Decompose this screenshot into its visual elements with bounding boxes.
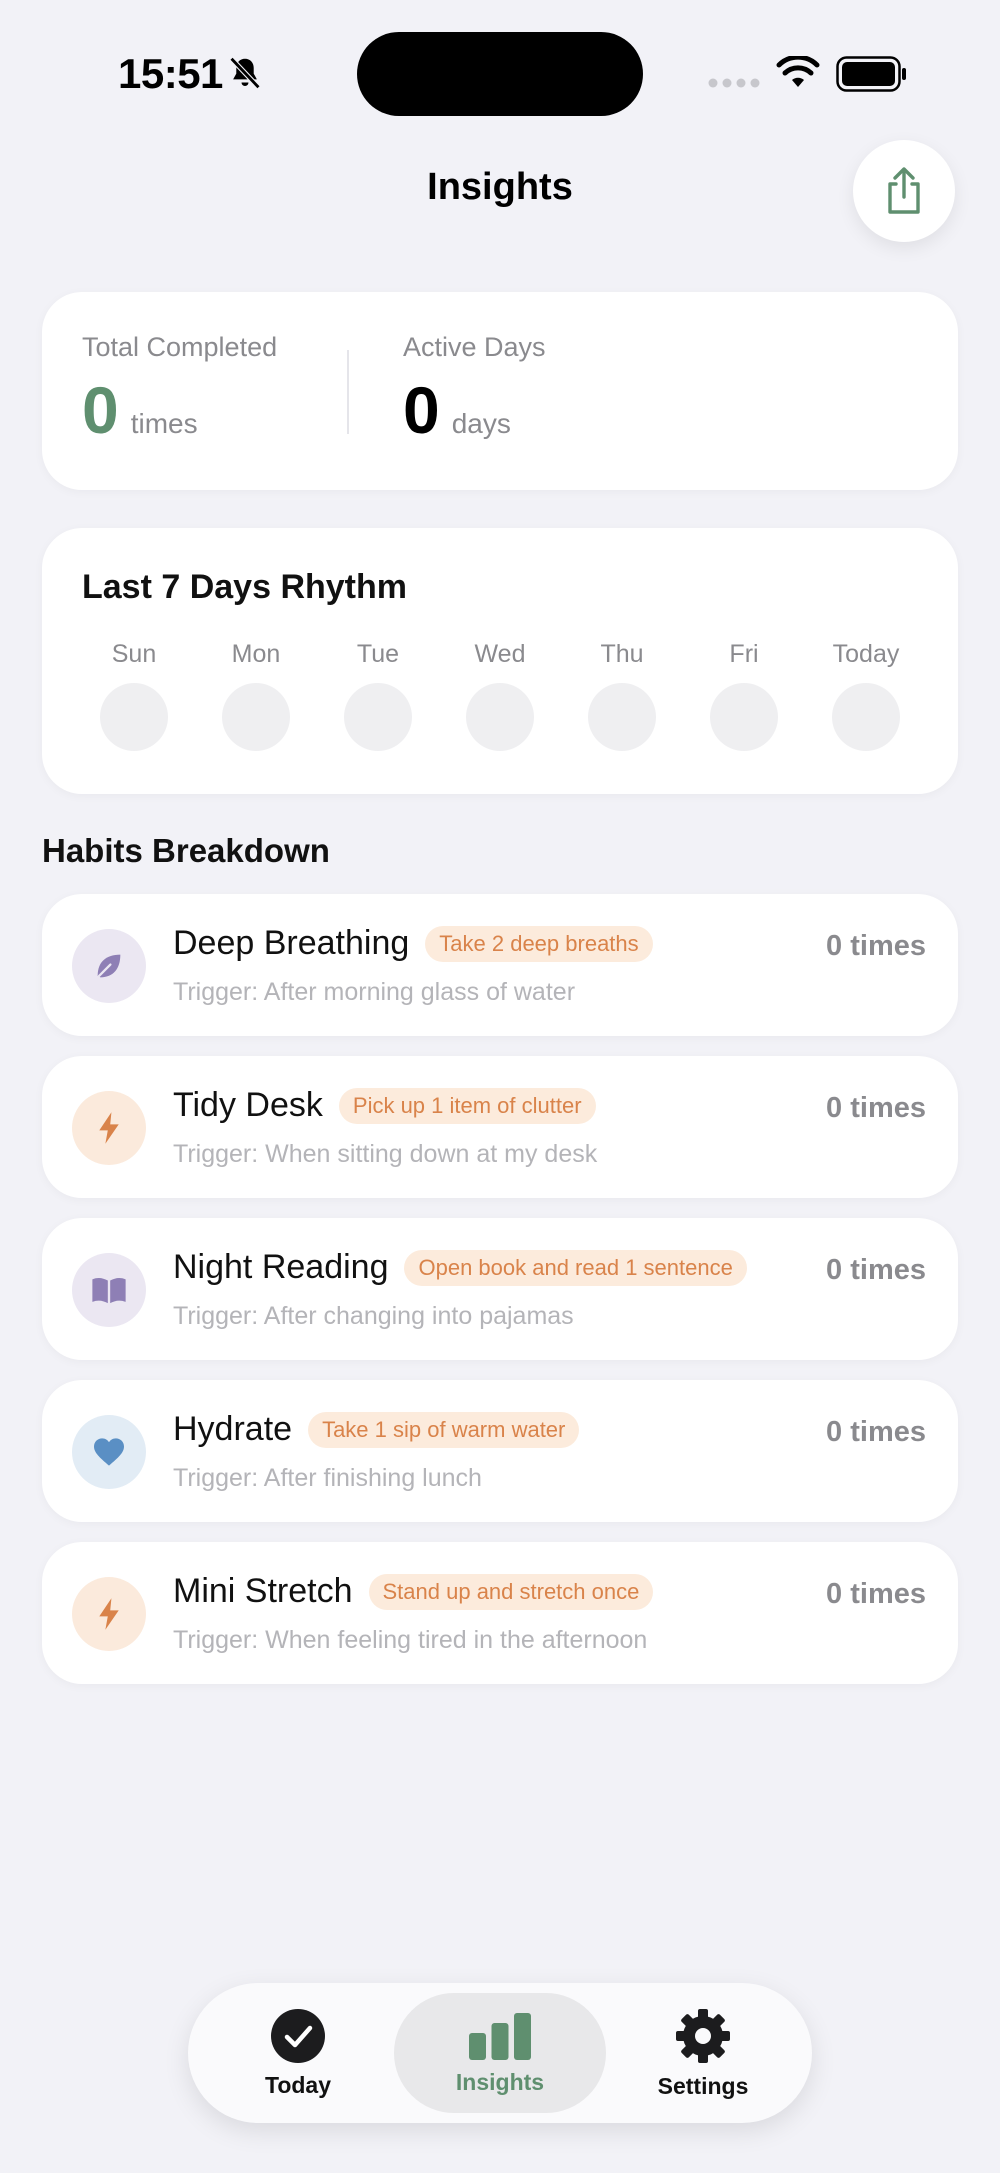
habit-trigger: Trigger: After changing into pajamas	[173, 1302, 574, 1330]
total-completed-value: 0	[82, 373, 119, 447]
day-dot	[222, 683, 290, 751]
habit-tag: Take 2 deep breaths	[425, 925, 653, 962]
habit-trigger: Trigger: After morning glass of water	[173, 978, 576, 1006]
active-days-stat: Active Days 0 days	[403, 332, 546, 443]
stats-card: Total Completed 0 times Active Days 0 da…	[42, 292, 958, 490]
bar-chart-icon	[469, 2012, 531, 2060]
heart-icon	[72, 1415, 146, 1489]
insights-screen: 15:51 Insights Total Completed 0 times A…	[0, 0, 1000, 2173]
day-label: Tue	[356, 640, 400, 668]
day-label: Sun	[111, 640, 157, 668]
habit-count: 0 times	[826, 930, 926, 962]
status-time: 15:51	[118, 50, 223, 97]
tab-settings-label: Settings	[657, 2072, 749, 2099]
total-completed-label: Total Completed	[82, 332, 278, 362]
day-dot	[710, 683, 778, 751]
habit-count: 0 times	[826, 1416, 926, 1448]
wifi-icon	[776, 56, 820, 87]
habit-name: Mini Stretch	[173, 1572, 353, 1610]
habit-trigger: Trigger: When feeling tired in the after…	[173, 1626, 648, 1654]
day-dot	[100, 683, 168, 751]
day-column: Tue	[328, 640, 428, 751]
tab-today[interactable]: Today	[228, 1993, 368, 2113]
habit-trigger: Trigger: After finishing lunch	[173, 1464, 482, 1492]
page-title: Insights	[427, 166, 573, 208]
total-completed-unit: times	[130, 408, 198, 439]
day-column: Sun	[84, 640, 184, 751]
habit-tag: Take 1 sip of warm water	[308, 1411, 580, 1448]
day-column: Fri	[694, 640, 794, 751]
section-title: Habits Breakdown	[42, 832, 330, 869]
tab-insights-label: Insights	[455, 2068, 545, 2095]
bolt-icon	[72, 1091, 146, 1165]
dynamic-island	[357, 32, 643, 116]
active-days-unit: days	[451, 408, 511, 439]
gear-icon	[676, 2008, 730, 2063]
habit-count: 0 times	[826, 1254, 926, 1286]
book-icon	[72, 1253, 146, 1327]
day-dot	[832, 683, 900, 751]
habit-name: Night Reading	[173, 1248, 389, 1286]
day-label: Wed	[474, 640, 526, 668]
habit-count: 0 times	[826, 1092, 926, 1124]
habit-tag: Open book and read 1 sentence	[404, 1249, 747, 1286]
day-column: Wed	[450, 640, 550, 751]
habit-name: Deep Breathing	[173, 924, 410, 962]
leaf-icon	[72, 929, 146, 1003]
habit-card-mini-stretch[interactable]: Mini Stretch Stand up and stretch once T…	[42, 1542, 958, 1684]
bolt-icon	[72, 1577, 146, 1651]
habit-name: Hydrate	[173, 1410, 293, 1448]
habit-tag: Pick up 1 item of clutter	[338, 1087, 596, 1124]
bell-muted-icon	[229, 57, 261, 89]
active-days-label: Active Days	[403, 332, 546, 362]
day-label: Today	[832, 640, 900, 668]
share-button[interactable]	[853, 140, 955, 242]
tab-insights[interactable]: Insights	[394, 1993, 606, 2113]
habit-card-tidy-desk[interactable]: Tidy Desk Pick up 1 item of clutter Trig…	[42, 1056, 958, 1198]
battery-icon	[836, 56, 906, 92]
day-label: Mon	[231, 640, 281, 668]
tab-settings[interactable]: Settings	[628, 1993, 778, 2113]
habit-count: 0 times	[826, 1578, 926, 1610]
tab-bar: Today Insights Settings	[188, 1983, 812, 2123]
habit-tag: Stand up and stretch once	[368, 1573, 654, 1610]
active-days-value: 0	[403, 373, 440, 447]
day-dot	[344, 683, 412, 751]
checkmark-circle-icon	[271, 2008, 325, 2063]
day-column: Thu	[572, 640, 672, 751]
day-column-today: Today	[816, 640, 916, 751]
habit-card-night-reading[interactable]: Night Reading Open book and read 1 sente…	[42, 1218, 958, 1360]
stat-divider	[347, 350, 349, 434]
habit-card-hydrate[interactable]: Hydrate Take 1 sip of warm water Trigger…	[42, 1380, 958, 1522]
habit-name: Tidy Desk	[173, 1086, 323, 1124]
rhythm-card: Last 7 Days Rhythm Sun Mon Tue Wed Thu F…	[42, 528, 958, 794]
day-dot	[466, 683, 534, 751]
total-completed-stat: Total Completed 0 times	[82, 332, 277, 443]
habit-card-deep-breathing[interactable]: Deep Breathing Take 2 deep breaths Trigg…	[42, 894, 958, 1036]
day-dot	[588, 683, 656, 751]
rhythm-title: Last 7 Days Rhythm	[82, 568, 407, 606]
tab-today-label: Today	[264, 2071, 332, 2098]
cellular-signal-icon	[708, 78, 760, 88]
habit-trigger: Trigger: When sitting down at my desk	[173, 1140, 598, 1168]
day-label: Fri	[729, 640, 759, 668]
share-icon	[888, 167, 920, 214]
status-bar: 15:51	[0, 0, 1000, 130]
day-column: Mon	[206, 640, 306, 751]
day-label: Thu	[600, 640, 644, 668]
